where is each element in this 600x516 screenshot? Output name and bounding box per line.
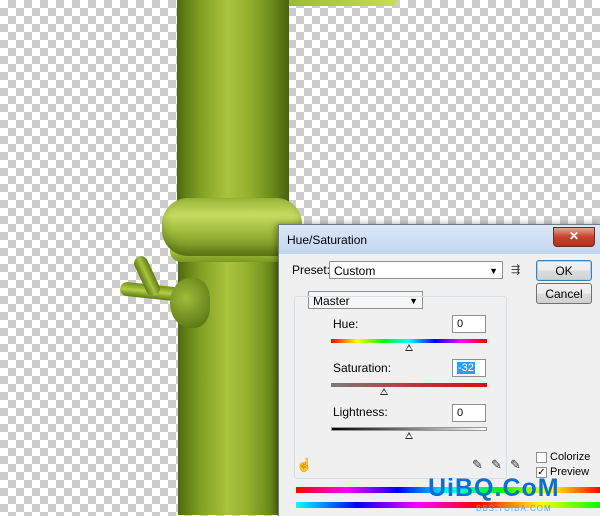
hue-slider-thumb[interactable] bbox=[405, 344, 413, 351]
watermark-logo: UiBQ.CoM bbox=[428, 474, 560, 502]
saturation-slider-track[interactable] bbox=[331, 383, 487, 387]
saturation-input[interactable]: -32 bbox=[452, 359, 486, 377]
colorize-label: Colorize bbox=[550, 451, 591, 463]
chevron-down-icon: ▼ bbox=[489, 266, 498, 276]
adjustment-group: Hue: 0 Saturation: -32 Lightness: 0 bbox=[294, 296, 507, 479]
eyedropper-minus-icon[interactable]: ✎ bbox=[510, 458, 521, 471]
dialog-title: Hue/Saturation bbox=[287, 233, 368, 247]
watermark-subtext: BBS.TUIBA.COM bbox=[476, 504, 552, 513]
hue-label: Hue: bbox=[333, 317, 359, 331]
preset-label: Preset: bbox=[292, 263, 331, 277]
dialog-titlebar[interactable]: Hue/Saturation ✕ bbox=[279, 225, 600, 254]
saturation-label: Saturation: bbox=[333, 361, 392, 375]
lightness-value: 0 bbox=[457, 407, 464, 419]
eyedropper-icon[interactable]: ✎ bbox=[472, 458, 483, 471]
bamboo-branch-bud bbox=[170, 278, 210, 328]
lightness-slider-track[interactable] bbox=[331, 427, 487, 431]
cancel-button[interactable]: Cancel bbox=[536, 283, 592, 304]
hue-input[interactable]: 0 bbox=[452, 315, 486, 333]
hue-saturation-dialog: Hue/Saturation ✕ Preset: Custom ▼ ⇶ OK C… bbox=[278, 224, 600, 516]
colorize-checkbox[interactable] bbox=[536, 452, 547, 463]
hue-value: 0 bbox=[457, 318, 464, 330]
bamboo-stalk-upper bbox=[177, 0, 289, 205]
preset-value: Custom bbox=[334, 264, 376, 278]
eyedropper-plus-icon[interactable]: ✎ bbox=[491, 458, 502, 471]
hue-slider-track[interactable] bbox=[331, 339, 487, 343]
targeted-adjustment-icon[interactable]: ☝ bbox=[296, 458, 312, 471]
saturation-slider-thumb[interactable] bbox=[380, 388, 388, 395]
preset-options-icon[interactable]: ⇶ bbox=[511, 264, 520, 277]
watermark: UiBQ.CoM BBS.TUIBA.COM bbox=[428, 474, 598, 514]
lightness-label: Lightness: bbox=[333, 405, 388, 419]
close-button[interactable]: ✕ bbox=[553, 227, 595, 247]
preset-select[interactable]: Custom ▼ bbox=[329, 261, 503, 279]
lightness-slider-thumb[interactable] bbox=[405, 432, 413, 439]
saturation-value: -32 bbox=[457, 362, 475, 374]
ok-button[interactable]: OK bbox=[536, 260, 592, 281]
lightness-input[interactable]: 0 bbox=[452, 404, 486, 422]
